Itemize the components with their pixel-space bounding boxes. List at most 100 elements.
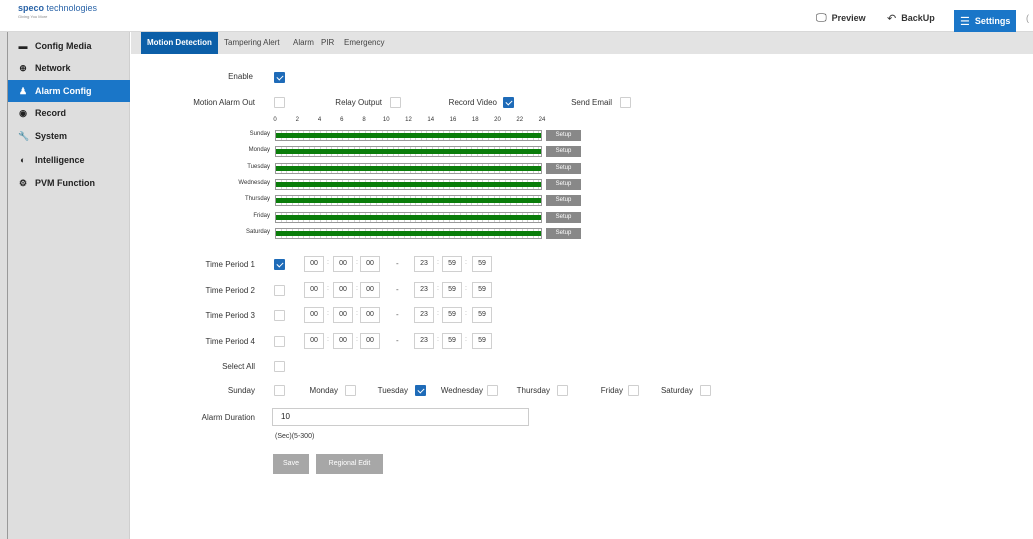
setup-button-sunday[interactable]: Setup bbox=[546, 130, 581, 141]
setup-button-tuesday[interactable]: Setup bbox=[546, 162, 581, 174]
sidebar-item-label: PVM Function bbox=[35, 178, 95, 188]
start-time-field[interactable]: 00 bbox=[360, 256, 380, 272]
sidebar-item-label: Intelligence bbox=[35, 155, 85, 165]
start-time-field[interactable]: 00 bbox=[360, 307, 380, 324]
weekday-label-wednesday: Wednesday bbox=[440, 386, 483, 395]
weekday-checkbox-thursday[interactable] bbox=[557, 385, 568, 396]
preview-button[interactable]: 🖵 Preview bbox=[816, 11, 866, 25]
end-time-field[interactable]: 59 bbox=[472, 307, 492, 324]
sidebar-item-network[interactable]: ⊕ Network bbox=[8, 57, 130, 79]
relay-output-label: Relay Output bbox=[335, 98, 382, 107]
start-time-field[interactable]: 00 bbox=[333, 281, 353, 298]
schedule-grid-tuesday[interactable] bbox=[275, 162, 542, 174]
day-label-wednesday: Wednesday bbox=[238, 179, 270, 186]
motion-alarm-out-checkbox[interactable] bbox=[274, 97, 285, 108]
alarm-duration-input[interactable]: 10 bbox=[272, 408, 529, 426]
sidebar-item-config-media[interactable]: ▬ Config Media bbox=[8, 35, 130, 57]
weekday-checkbox-saturday[interactable] bbox=[700, 385, 711, 396]
schedule-grid-friday[interactable] bbox=[275, 211, 542, 223]
time-period-4-checkbox[interactable] bbox=[274, 336, 285, 348]
tab-tampering-alert[interactable]: Tampering Alert bbox=[224, 32, 280, 54]
monitor-icon: 🖵 bbox=[816, 11, 827, 24]
end-time-field[interactable]: 59 bbox=[442, 307, 462, 324]
end-time-field[interactable]: 59 bbox=[442, 333, 462, 350]
tab-emergency[interactable]: Emergency bbox=[344, 32, 384, 54]
time-period-label: Time Period 3 bbox=[205, 311, 256, 321]
day-label-saturday: Saturday bbox=[245, 228, 270, 235]
send-email-checkbox[interactable] bbox=[620, 97, 631, 108]
schedule-bar bbox=[276, 165, 541, 171]
setup-button-saturday[interactable]: Setup bbox=[546, 227, 581, 239]
end-time-field[interactable]: 59 bbox=[472, 281, 492, 298]
time-range-dash: - bbox=[396, 310, 399, 320]
sidebar-item-intelligence[interactable]: ◐ Intelligence bbox=[8, 149, 130, 171]
settings-button[interactable]: ☰ Settings bbox=[954, 10, 1017, 32]
end-time-field[interactable]: 23 bbox=[414, 307, 434, 324]
end-time-field[interactable]: 23 bbox=[414, 281, 434, 298]
end-time-field[interactable]: 59 bbox=[442, 256, 462, 272]
weekday-label-friday: Friday bbox=[600, 386, 623, 395]
setup-button-friday[interactable]: Setup bbox=[546, 211, 581, 223]
tab-pir[interactable]: PIR bbox=[321, 32, 334, 54]
weekday-checkbox-tuesday[interactable] bbox=[415, 385, 426, 396]
weekday-checkbox-wednesday[interactable] bbox=[487, 385, 498, 396]
start-time-field[interactable]: 00 bbox=[304, 333, 324, 350]
alarm-duration-label: Alarm Duration bbox=[201, 413, 255, 422]
start-time-field[interactable]: 00 bbox=[304, 307, 324, 324]
time-range-dash: - bbox=[396, 259, 399, 268]
save-button[interactable]: Save bbox=[273, 454, 309, 474]
hour-label: 14 bbox=[427, 117, 435, 123]
time-period-3-checkbox[interactable] bbox=[274, 310, 285, 322]
setup-button-thursday[interactable]: Setup bbox=[546, 195, 581, 207]
weekday-checkbox-friday[interactable] bbox=[628, 385, 639, 396]
schedule-grid-sunday[interactable] bbox=[275, 130, 542, 141]
schedule-grid-thursday[interactable] bbox=[275, 195, 542, 207]
hour-label: 22 bbox=[516, 117, 524, 123]
schedule-grid-wednesday[interactable] bbox=[275, 178, 542, 190]
end-time-field[interactable]: 59 bbox=[472, 256, 492, 272]
wrench-icon: 🔧 bbox=[18, 130, 30, 141]
setup-button-wednesday[interactable]: Setup bbox=[546, 178, 581, 190]
time-period-2-checkbox[interactable] bbox=[274, 284, 285, 296]
end-time-field[interactable]: 59 bbox=[472, 333, 492, 350]
start-time-field[interactable]: 00 bbox=[304, 256, 324, 272]
tab-motion-detection[interactable]: Motion Detection bbox=[141, 32, 218, 54]
weekday-checkbox-sunday[interactable] bbox=[274, 385, 285, 396]
end-time-field[interactable]: 23 bbox=[414, 256, 434, 272]
sidebar-item-label: System bbox=[35, 131, 68, 141]
tab-alarm[interactable]: Alarm bbox=[293, 32, 314, 54]
start-time-field[interactable]: 00 bbox=[360, 281, 380, 298]
alarm-duration-hint: (Sec)(5-300) bbox=[275, 433, 315, 440]
time-separator: : bbox=[437, 284, 439, 292]
weekday-checkbox-monday[interactable] bbox=[345, 385, 356, 396]
setup-button-monday[interactable]: Setup bbox=[546, 146, 581, 158]
sidebar-item-label: Config Media bbox=[35, 41, 92, 51]
end-time-field[interactable]: 23 bbox=[414, 333, 434, 350]
sidebar-item-record[interactable]: ◉ Record bbox=[8, 102, 130, 124]
hour-label: 6 bbox=[340, 117, 344, 123]
backup-button[interactable]: ↶ BackUp bbox=[887, 11, 935, 25]
start-time-field[interactable]: 00 bbox=[304, 281, 324, 298]
regional-edit-button[interactable]: Regional Edit bbox=[316, 454, 383, 474]
time-separator: : bbox=[465, 310, 467, 318]
enable-checkbox[interactable] bbox=[274, 72, 285, 83]
record-video-checkbox[interactable] bbox=[503, 97, 514, 108]
start-time-field[interactable]: 00 bbox=[333, 333, 353, 350]
start-time-field[interactable]: 00 bbox=[360, 333, 380, 350]
time-period-1-checkbox[interactable] bbox=[274, 259, 285, 270]
day-label-friday: Friday bbox=[253, 212, 270, 219]
select-all-checkbox[interactable] bbox=[274, 361, 285, 372]
start-time-field[interactable]: 00 bbox=[333, 256, 353, 272]
end-time-field[interactable]: 59 bbox=[442, 281, 462, 298]
sidebar-item-system[interactable]: 🔧 System bbox=[8, 125, 130, 147]
select-all-label: Select All bbox=[222, 362, 255, 371]
schedule-bar bbox=[276, 181, 541, 187]
schedule-grid-saturday[interactable] bbox=[275, 227, 542, 239]
sidebar-item-pvm-function[interactable]: ⚙ PVM Function bbox=[8, 172, 130, 194]
sidebar-item-alarm-config[interactable]: ♟ Alarm Config bbox=[8, 80, 130, 102]
weekday-label-sunday: Sunday bbox=[227, 386, 255, 395]
start-time-field[interactable]: 00 bbox=[333, 307, 353, 324]
relay-output-checkbox[interactable] bbox=[390, 97, 401, 108]
schedule-grid-monday[interactable] bbox=[275, 146, 542, 158]
time-separator: : bbox=[465, 284, 467, 292]
